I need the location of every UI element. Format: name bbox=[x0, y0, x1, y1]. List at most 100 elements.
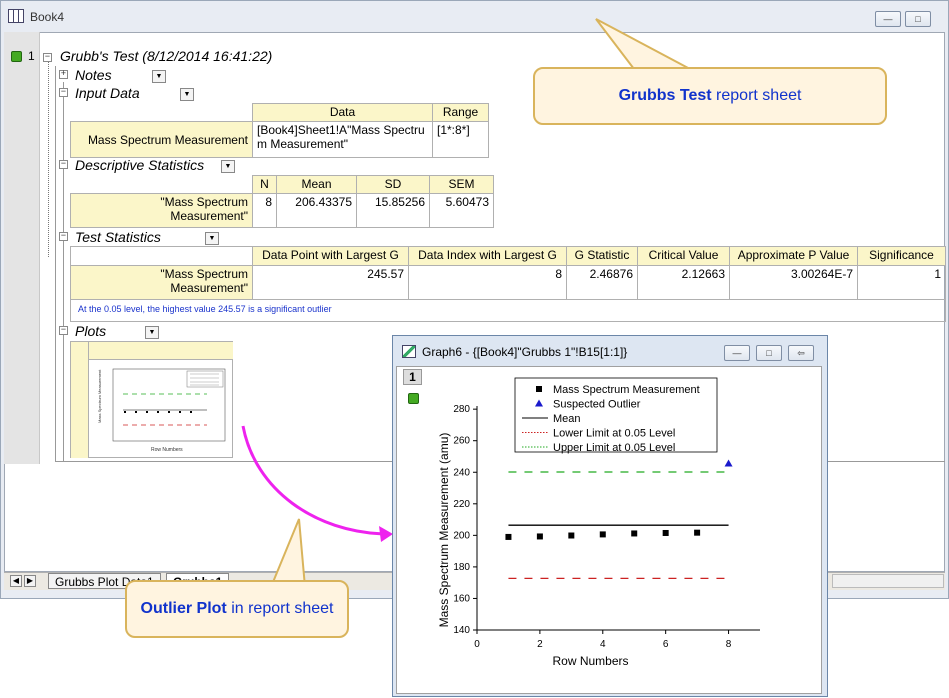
data-point bbox=[568, 532, 575, 539]
y-tick-label: 180 bbox=[453, 562, 470, 573]
header-mean: Mean bbox=[276, 175, 357, 194]
maximize-button[interactable]: □ bbox=[905, 11, 931, 27]
descriptive-table: N Mean SD SEM "Mass Spectrum Measurement"… bbox=[70, 175, 494, 228]
thumbnail-plot: Mass Spectrum Measurement Row Numbers bbox=[97, 368, 226, 453]
tree-line bbox=[48, 62, 49, 257]
header-significance: Significance bbox=[857, 246, 946, 266]
section-descriptive-statistics: Descriptive Statistics bbox=[75, 157, 205, 173]
callout-plot-rest: in report sheet bbox=[226, 600, 334, 617]
callout-outlier-plot: Outlier Plot in report sheet bbox=[125, 580, 349, 638]
collapse-toggle-test[interactable]: − bbox=[59, 232, 68, 241]
value-p-value[interactable]: 3.00264E-7 bbox=[729, 265, 858, 300]
callout-report-bold: Grubbs Test bbox=[618, 87, 712, 104]
value-n[interactable]: 8 bbox=[252, 193, 277, 228]
row-label: "Mass Spectrum Measurement" bbox=[70, 265, 253, 300]
header-sd: SD bbox=[356, 175, 430, 194]
y-axis-label: Mass Spectrum Measurement (amu) bbox=[437, 433, 451, 628]
input-data-dropdown[interactable]: ▼ bbox=[180, 88, 194, 101]
graph-icon bbox=[402, 345, 416, 358]
value-sem[interactable]: 5.60473 bbox=[429, 193, 494, 228]
range-cell[interactable]: [1*:8*] bbox=[432, 121, 489, 158]
callout-pointer bbox=[595, 18, 691, 70]
y-tick-label: 140 bbox=[453, 625, 470, 636]
value-g-statistic[interactable]: 2.46876 bbox=[566, 265, 638, 300]
header-critical-value: Critical Value bbox=[637, 246, 730, 266]
row-label-line-2: Measurement" bbox=[170, 281, 248, 295]
data-point bbox=[694, 529, 701, 536]
outlier-point bbox=[724, 459, 733, 467]
graph-minimize-button[interactable]: — bbox=[724, 345, 750, 361]
row-header-column bbox=[4, 32, 40, 464]
legend-label: Upper Limit at 0.05 Level bbox=[553, 442, 675, 454]
value-critical-value[interactable]: 2.12663 bbox=[637, 265, 730, 300]
tab-scroll-left-button[interactable]: ◀ bbox=[10, 575, 22, 587]
value-sd[interactable]: 15.85256 bbox=[356, 193, 430, 228]
section-plots: Plots bbox=[75, 323, 107, 339]
x-tick-label: 2 bbox=[537, 639, 543, 650]
callout-report-sheet: Grubbs Test report sheet bbox=[533, 67, 887, 125]
value-data-index[interactable]: 8 bbox=[408, 265, 567, 300]
workbook-title: Book4 bbox=[30, 10, 65, 24]
notes-dropdown[interactable]: ▼ bbox=[152, 70, 166, 83]
collapse-toggle-descriptive[interactable]: − bbox=[59, 160, 68, 169]
header-p-value: Approximate P Value bbox=[729, 246, 858, 266]
value-mean[interactable]: 206.43375 bbox=[276, 193, 357, 228]
outlier-plot[interactable]: 0 2 4 6 8 140 160 180 200 220 240 260 280 Row Numbers… bbox=[400, 372, 820, 676]
y-tick-label: 280 bbox=[453, 404, 470, 415]
header-data-point: Data Point with Largest G bbox=[252, 246, 409, 266]
section-test-statistics: Test Statistics bbox=[75, 229, 161, 245]
section-notes: Notes bbox=[75, 67, 112, 83]
expand-toggle-notes[interactable]: + bbox=[59, 70, 68, 79]
magenta-arrow bbox=[241, 425, 393, 542]
callout-report-rest: report sheet bbox=[711, 87, 802, 104]
graph-restore-button[interactable]: ⇦ bbox=[788, 345, 814, 361]
lock-icon[interactable] bbox=[11, 51, 22, 62]
y-tick-label: 240 bbox=[453, 467, 470, 478]
graph-title: Graph6 - {[Book4]"Grubbs 1"!B15[1:1]} bbox=[422, 345, 628, 359]
callout-plot-bold: Outlier Plot bbox=[140, 600, 227, 617]
graph-maximize-button[interactable]: □ bbox=[756, 345, 782, 361]
header-g-statistic: G Statistic bbox=[566, 246, 638, 266]
y-tick-label: 200 bbox=[453, 530, 470, 541]
test-statistics-dropdown[interactable]: ▼ bbox=[205, 232, 219, 245]
report-title: Grubb's Test (8/12/2014 16:41:22) bbox=[60, 48, 273, 64]
descriptive-dropdown[interactable]: ▼ bbox=[221, 160, 235, 173]
horizontal-scrollbar[interactable] bbox=[832, 574, 944, 588]
workbook-icon bbox=[8, 9, 24, 23]
x-tick-label: 8 bbox=[726, 639, 732, 650]
header-data: Data bbox=[252, 103, 433, 122]
svg-text:Mass Spectrum Measurement: Mass Spectrum Measurement bbox=[97, 369, 102, 423]
y-tick-label: 160 bbox=[453, 593, 470, 604]
thumbnail-side bbox=[71, 342, 89, 458]
minimize-button[interactable]: — bbox=[875, 11, 901, 27]
thumbnail-xlabel: Row Numbers bbox=[151, 447, 183, 453]
data-point bbox=[599, 531, 606, 538]
x-tick-label: 4 bbox=[600, 639, 606, 650]
value-data-point[interactable]: 245.57 bbox=[252, 265, 409, 300]
x-tick-label: 0 bbox=[474, 639, 480, 650]
tree-line bbox=[63, 82, 64, 462]
plot-thumbnail[interactable]: Mass Spectrum Measurement Row Numbers bbox=[70, 341, 233, 458]
row-label-line-2: Measurement" bbox=[170, 209, 248, 223]
test-note: At the 0.05 level, the highest value 245… bbox=[78, 304, 332, 314]
y-tick-label: 220 bbox=[453, 499, 470, 510]
value-significance[interactable]: 1 bbox=[857, 265, 946, 300]
row-label-line-1: "Mass Spectrum bbox=[160, 267, 248, 281]
legend-label: Mean bbox=[553, 413, 581, 425]
header-n: N bbox=[252, 175, 277, 194]
plots-dropdown[interactable]: ▼ bbox=[145, 326, 159, 339]
x-axis-label: Row Numbers bbox=[552, 654, 628, 668]
legend-label: Lower Limit at 0.05 Level bbox=[553, 428, 675, 440]
data-cell[interactable]: [Book4]Sheet1!A"Mass Spectru m Measuremen… bbox=[252, 121, 433, 158]
row-label-line-1: "Mass Spectrum bbox=[160, 195, 248, 209]
section-input-data: Input Data bbox=[75, 85, 140, 101]
collapse-toggle-plots[interactable]: − bbox=[59, 326, 68, 335]
legend-label: Suspected Outlier bbox=[553, 399, 641, 411]
tab-scroll-right-button[interactable]: ▶ bbox=[24, 575, 36, 587]
row-number: 1 bbox=[28, 49, 35, 63]
data-line-2: m Measurement" bbox=[257, 137, 348, 151]
collapse-toggle[interactable]: − bbox=[43, 53, 52, 62]
data-point bbox=[505, 533, 512, 540]
legend-symbol bbox=[536, 386, 542, 392]
collapse-toggle-input[interactable]: − bbox=[59, 88, 68, 97]
